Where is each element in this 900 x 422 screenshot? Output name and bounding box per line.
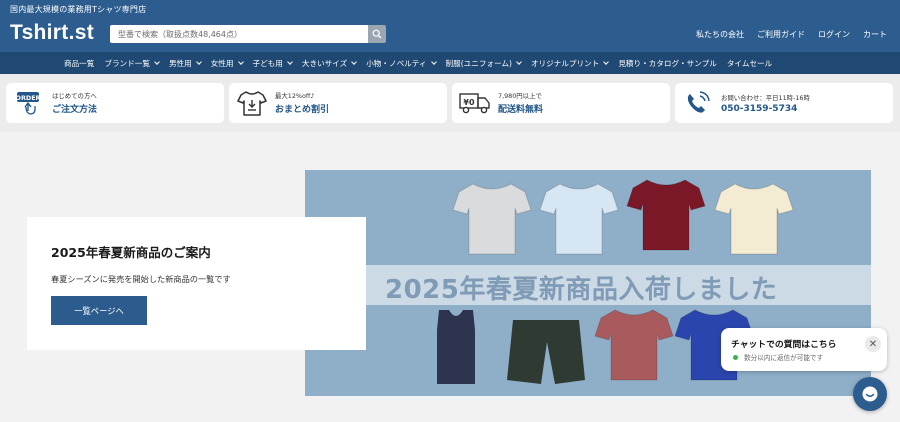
tshirt-discount-icon (229, 89, 275, 117)
feature-bar: ORDER はじめての方へ ご注文方法 最大12%off♪ おまとめ割引 ¥0 … (0, 74, 900, 132)
tank-top-image (437, 310, 475, 384)
nav-item-time-sale[interactable]: タイムセール (727, 58, 772, 69)
feature-bulk-discount[interactable]: 最大12%off♪ おまとめ割引 (229, 83, 447, 123)
online-status-dot (733, 354, 738, 360)
nav-item-label: 小物・ノベルティ (366, 58, 427, 68)
chevron-down-icon (154, 58, 160, 65)
search-button[interactable] (368, 25, 386, 43)
chevron-down-icon (516, 58, 522, 65)
close-icon: ✕ (868, 338, 878, 350)
nav-item-women[interactable]: 女性用 (210, 58, 244, 69)
tshirt-image (626, 179, 706, 251)
chat-title: チャットでの質問はこちら (731, 340, 837, 350)
feature-order-guide-label: ご注文方法 (52, 105, 98, 115)
main-nav: 商品一覧 ブランド一覧 男性用 女性用 子ども用 大きいサイズ 小物・ノベルティ… (0, 52, 900, 74)
order-icon: ORDER (6, 90, 52, 116)
tshirt-image (714, 183, 794, 255)
tshirt-image (539, 183, 619, 255)
search-input[interactable] (110, 25, 368, 43)
nav-item-original-print[interactable]: オリジナルプリント (530, 58, 610, 69)
nav-item-kids[interactable]: 子ども用 (252, 58, 293, 69)
order-badge-text: ORDER (16, 94, 41, 102)
site-header: 国内最大規模の業務用Tシャツ専門店 Tshirt.st 私たちの会社 ご利用ガイ… (0, 0, 900, 52)
nav-item-label: タイムセール (726, 58, 773, 68)
nav-item-novelty[interactable]: 小物・ノベルティ (366, 58, 437, 69)
link-company[interactable]: 私たちの会社 (696, 29, 744, 40)
nav-item-brands[interactable]: ブランド一覧 (104, 58, 160, 69)
nav-item-label: 商品一覧 (64, 58, 95, 68)
nav-item-products[interactable]: 商品一覧 (64, 58, 94, 69)
link-login[interactable]: ログイン (818, 29, 850, 40)
feature-free-shipping-label: 配送料無料 (498, 105, 544, 115)
hero-description: 春夏シーズンに発売を開始した新商品の一覧です (51, 274, 231, 284)
tshirt-image (452, 183, 532, 255)
phone-icon (675, 90, 721, 116)
nav-item-label: ブランド一覧 (104, 58, 150, 68)
nav-item-label: 女性用 (210, 58, 234, 68)
hero-info-card: 2025年春夏新商品のご案内 春夏シーズンに発売を開始した新商品の一覧です 一覧… (27, 217, 366, 350)
nav-item-men[interactable]: 男性用 (168, 58, 202, 69)
nav-item-label: 見積り・カタログ・サンプル (618, 58, 717, 68)
feature-bulk-discount-note: 最大12%off♪ (275, 92, 315, 100)
chevron-down-icon (287, 58, 293, 65)
chevron-down-icon (237, 58, 244, 65)
chevron-down-icon (195, 58, 202, 65)
nav-item-label: 男性用 (168, 58, 192, 68)
link-guide[interactable]: ご利用ガイド (757, 29, 805, 40)
nav-item-label: 大きいサイズ (301, 58, 348, 68)
search-bar (110, 25, 386, 43)
shipping-badge-text: ¥0 (463, 98, 475, 107)
tshirt-image (594, 309, 674, 381)
hero-title: 2025年春夏新商品のご案内 (51, 245, 211, 260)
chevron-down-icon (351, 58, 358, 65)
feature-order-guide-note: はじめての方へ (52, 92, 97, 100)
nav-item-label: オリジナルプリント (530, 58, 600, 68)
chat-bubble-icon (862, 386, 878, 402)
hero-section: 2025年春夏新商品入荷しました 2025年春夏新商品のご案内 春夏シーズンに発… (0, 132, 900, 422)
feature-contact-hours: お問い合わせ：平日11時-16時 (721, 93, 810, 102)
site-tagline: 国内最大規模の業務用Tシャツ専門店 (10, 5, 147, 14)
chevron-down-icon (603, 58, 610, 65)
nav-item-estimate-catalog[interactable]: 見積り・カタログ・サンプル (618, 58, 717, 69)
nav-item-uniform[interactable]: 制服(ユニフォーム) (445, 58, 522, 69)
site-logo[interactable]: Tshirt.st (10, 21, 94, 45)
banner-headline: 2025年春夏新商品入荷しました (385, 275, 778, 305)
shorts-image (507, 320, 585, 384)
search-icon (372, 29, 382, 39)
chevron-down-icon (430, 58, 437, 65)
link-cart[interactable]: カート (863, 29, 887, 40)
chat-status-text: 数分以内に返信が可能です (744, 354, 824, 362)
chat-popup[interactable]: チャットでの質問はこちら 数分以内に返信が可能です ✕ (721, 328, 887, 371)
feature-contact-phone-number: 050-3159-5734 (721, 103, 798, 114)
view-list-button[interactable]: 一覧ページへ (51, 296, 147, 325)
feature-free-shipping-note: 7,980円以上で (498, 92, 542, 100)
header-links: 私たちの会社 ご利用ガイド ログイン カート (696, 29, 887, 40)
nav-item-label: 子ども用 (252, 58, 283, 68)
feature-order-guide[interactable]: ORDER はじめての方へ ご注文方法 (6, 83, 224, 123)
nav-item-big-sizes[interactable]: 大きいサイズ (301, 58, 358, 69)
chat-close-button[interactable]: ✕ (865, 336, 881, 352)
chat-status: 数分以内に返信が可能です (733, 352, 823, 362)
delivery-truck-icon: ¥0 (452, 91, 498, 115)
chat-launcher-button[interactable] (853, 377, 887, 411)
feature-contact-phone[interactable]: お問い合わせ：平日11時-16時 050-3159-5734 (675, 83, 893, 123)
feature-free-shipping[interactable]: ¥0 7,980円以上で 配送料無料 (452, 83, 670, 123)
feature-bulk-discount-label: おまとめ割引 (275, 105, 330, 115)
nav-item-label: 制服(ユニフォーム) (445, 58, 512, 68)
